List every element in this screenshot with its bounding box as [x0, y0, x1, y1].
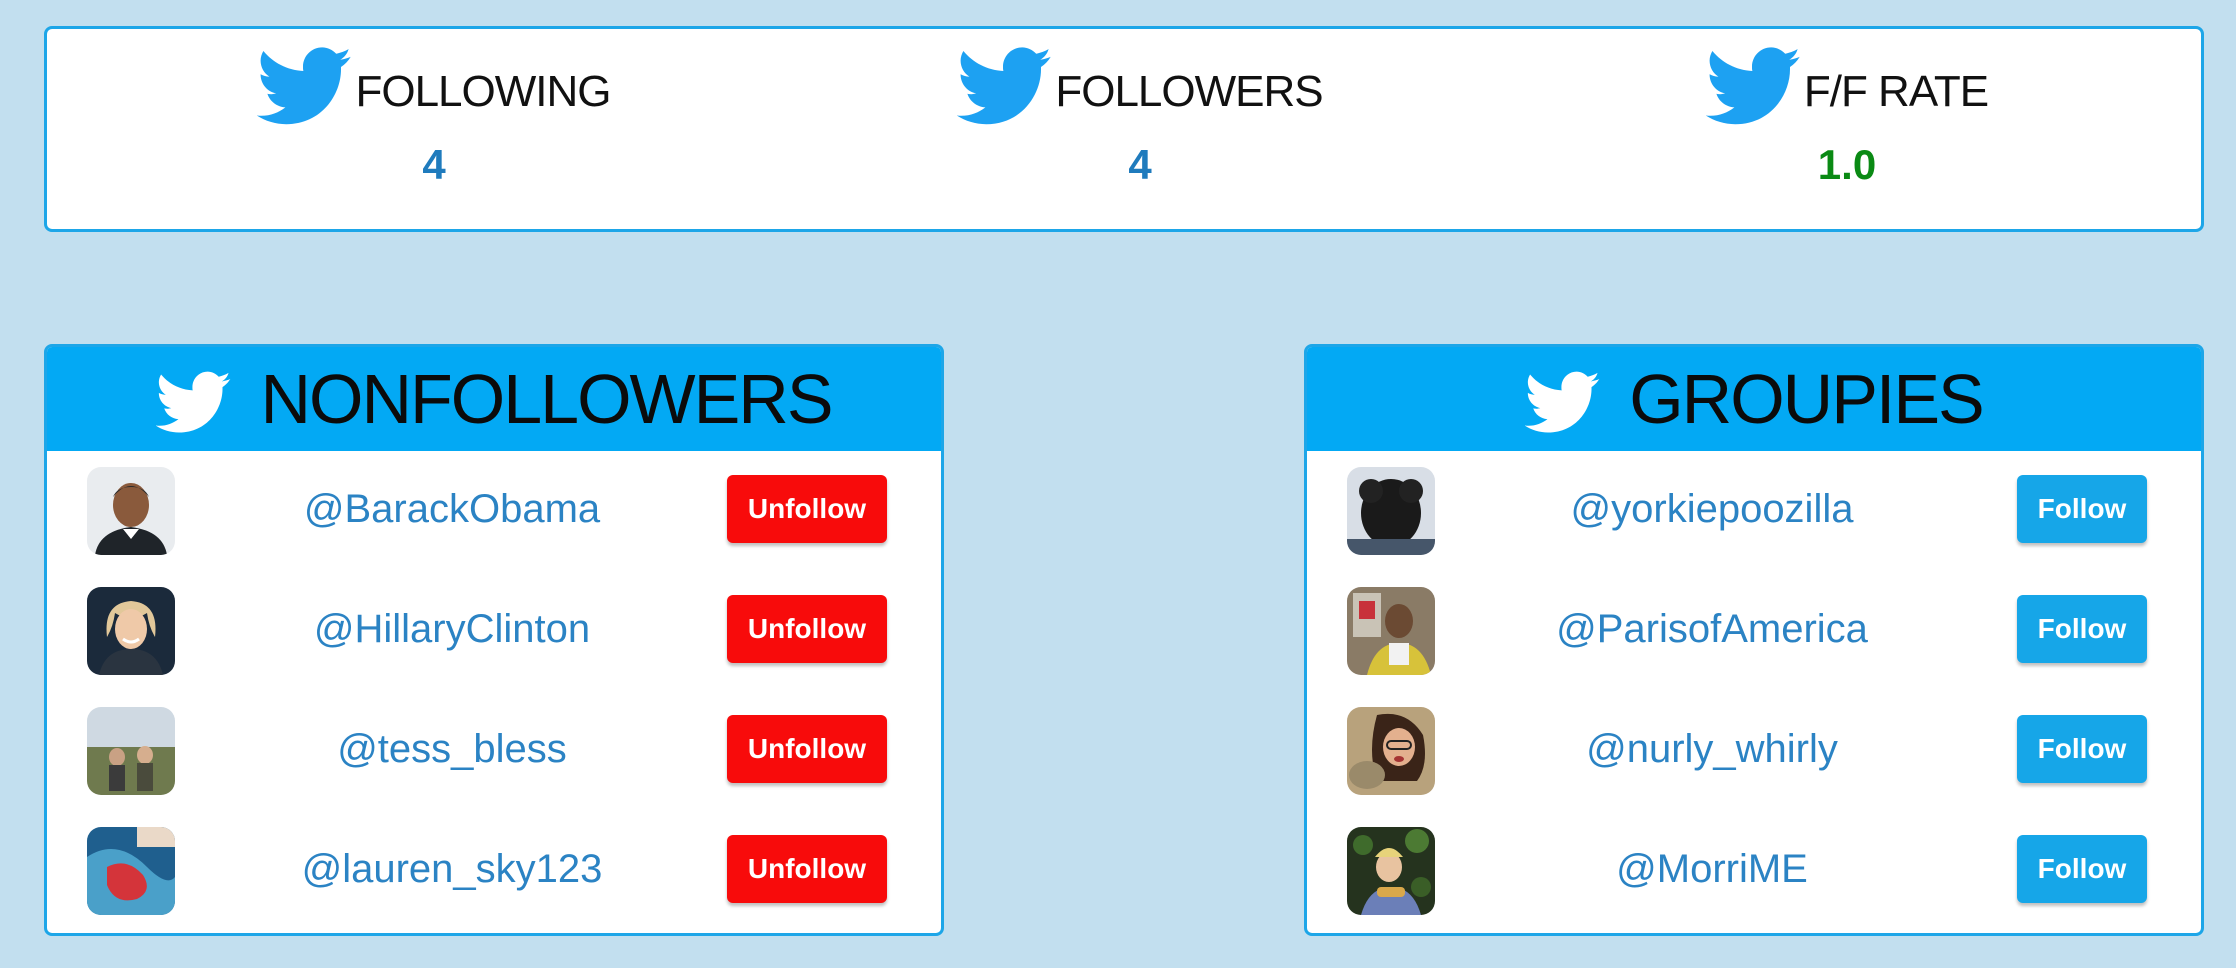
- avatar: [1347, 707, 1435, 795]
- panel-title: NONFOLLOWERS: [260, 360, 833, 438]
- avatar: [1347, 587, 1435, 675]
- avatar: [87, 707, 175, 795]
- twitter-bird-icon: [1706, 45, 1802, 129]
- follow-button[interactable]: Follow: [2017, 715, 2147, 783]
- panel-header: GROUPIES: [1307, 347, 2201, 451]
- avatar: [1347, 467, 1435, 555]
- stat-value: 4: [1128, 141, 1152, 188]
- user-handle[interactable]: @ParisofAmerica: [1457, 607, 1967, 652]
- user-handle[interactable]: @tess_bless: [197, 727, 707, 772]
- unfollow-button[interactable]: Unfollow: [727, 475, 887, 543]
- follow-button[interactable]: Follow: [2017, 595, 2147, 663]
- list-item: @yorkiepoozilla Follow: [1307, 453, 2201, 573]
- avatar: [87, 827, 175, 915]
- list-item: @nurly_whirly Follow: [1307, 693, 2201, 813]
- groupies-panel: GROUPIES @yorkiepoozilla Follow @Parisof…: [1304, 344, 2204, 936]
- unfollow-button[interactable]: Unfollow: [727, 835, 887, 903]
- user-handle[interactable]: @MorriME: [1457, 847, 1967, 892]
- user-handle[interactable]: @lauren_sky123: [197, 847, 707, 892]
- panel-header: NONFOLLOWERS: [47, 347, 941, 451]
- list-item: @MorriME Follow: [1307, 813, 2201, 933]
- list-item: @BarackObama Unfollow: [47, 453, 941, 573]
- unfollow-button[interactable]: Unfollow: [727, 595, 887, 663]
- stats-panel: FOLLOWING 4 FOLLOWERS 4 F/F RATE 1.0: [44, 26, 2204, 232]
- list-item: @lauren_sky123 Unfollow: [47, 813, 941, 933]
- panel-title: GROUPIES: [1629, 360, 1985, 438]
- avatar: [87, 467, 175, 555]
- list-item: @tess_bless Unfollow: [47, 693, 941, 813]
- twitter-bird-icon: [957, 45, 1053, 129]
- user-handle[interactable]: @BarackObama: [197, 487, 707, 532]
- list-item: @ParisofAmerica Follow: [1307, 573, 2201, 693]
- list-item: @HillaryClinton Unfollow: [47, 573, 941, 693]
- stat-value: 1.0: [1817, 141, 1877, 188]
- follow-button[interactable]: Follow: [2017, 475, 2147, 543]
- stat-label: F/F RATE: [1803, 67, 1989, 116]
- stat-followers: FOLLOWERS 4: [790, 29, 1490, 229]
- twitter-bird-icon: [156, 371, 232, 435]
- user-handle[interactable]: @nurly_whirly: [1457, 727, 1967, 772]
- nonfollowers-panel: NONFOLLOWERS @BarackObama Unfollow @Hill…: [44, 344, 944, 936]
- stat-ff-rate: F/F RATE 1.0: [1497, 29, 2197, 229]
- user-handle[interactable]: @yorkiepoozilla: [1457, 487, 1967, 532]
- stat-following: FOLLOWING 4: [84, 29, 784, 229]
- stat-label: FOLLOWERS: [1055, 67, 1323, 116]
- user-handle[interactable]: @HillaryClinton: [197, 607, 707, 652]
- twitter-bird-icon: [1525, 371, 1601, 435]
- stat-label: FOLLOWING: [355, 67, 611, 116]
- twitter-bird-icon: [257, 45, 353, 129]
- stat-value: 4: [422, 141, 446, 188]
- follow-button[interactable]: Follow: [2017, 835, 2147, 903]
- unfollow-button[interactable]: Unfollow: [727, 715, 887, 783]
- avatar: [87, 587, 175, 675]
- avatar: [1347, 827, 1435, 915]
